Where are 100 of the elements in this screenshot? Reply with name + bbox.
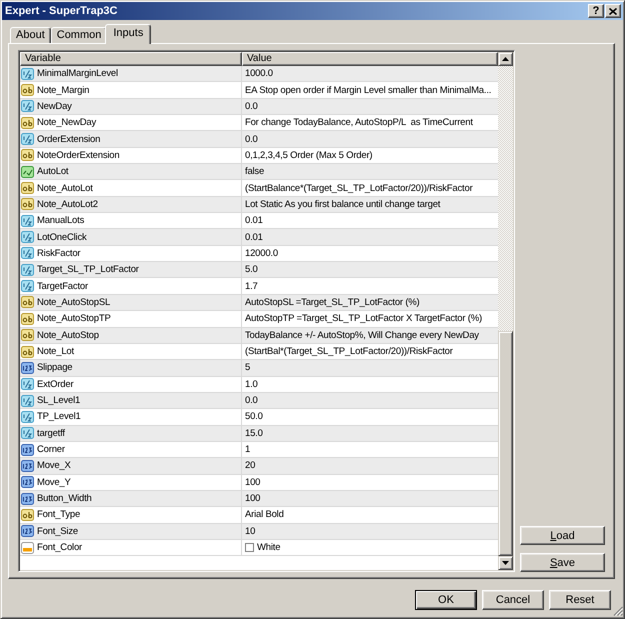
parameter-value[interactable]: 15.0: [245, 428, 263, 439]
text-type-icon: [21, 312, 34, 325]
parameter-value[interactable]: (StartBal*(Target_SL_TP_LotFactor/20))/RiskFactor: [245, 346, 453, 358]
parameter-value[interactable]: 0.0: [245, 395, 258, 406]
decimal-type-icon: [21, 394, 34, 407]
parameter-name: Corner: [37, 444, 65, 456]
parameter-name: Slippage: [37, 362, 72, 374]
table-row[interactable]: Button_Width 100: [20, 490, 498, 508]
parameter-value[interactable]: TodayBalance +/- AutoStop%, Will Change every NewDay: [245, 330, 479, 341]
text-type-icon: [21, 198, 34, 210]
window-title: Expert - SuperTrap3C: [5, 5, 118, 17]
parameter-value[interactable]: 50.0: [245, 411, 263, 422]
integer-type-icon: [21, 525, 34, 538]
table-row[interactable]: OrderExtension 0.0: [20, 131, 498, 148]
parameter-name: NewDay: [37, 100, 72, 112]
table-row[interactable]: Note_AutoLot2 Lot Static As you first balance until change target: [20, 196, 498, 214]
column-header[interactable]: Variable: [20, 52, 242, 66]
parameter-value[interactable]: 0.01: [245, 232, 263, 243]
parameter-name: LotOneClick: [37, 232, 87, 243]
column-header[interactable]: Value: [242, 52, 498, 66]
table-row[interactable]: AutoLot false: [20, 164, 498, 180]
dialog-button[interactable]: Cancel: [482, 590, 544, 610]
parameter-value[interactable]: 20: [245, 460, 256, 472]
table-row[interactable]: LotOneClick 0.01: [20, 229, 498, 246]
scroll-up-button[interactable]: [498, 52, 513, 66]
decimal-type-icon: [21, 264, 34, 276]
help-button[interactable]: ?: [588, 4, 604, 18]
text-type-icon: [21, 182, 34, 194]
parameter-value[interactable]: 100: [245, 493, 260, 504]
table-row[interactable]: targetff 15.0: [20, 426, 498, 442]
integer-type-icon: [21, 492, 34, 505]
parameter-value[interactable]: AutoStopSL =Target_SL_TP_LotFactor (%): [245, 296, 420, 308]
decimal-type-icon: [21, 378, 34, 390]
file-button[interactable]: Load: [520, 526, 605, 545]
table-row[interactable]: Font_Size 10: [20, 524, 498, 540]
tab[interactable]: About: [10, 27, 51, 43]
table-row[interactable]: SL_Level1 0.0: [20, 392, 498, 410]
parameter-value[interactable]: 5: [245, 362, 250, 374]
parameter-value[interactable]: 100: [245, 476, 260, 488]
table-row[interactable]: MinimalMarginLevel 1000.0: [20, 66, 498, 82]
decimal-type-icon: [21, 231, 34, 244]
tab[interactable]: Inputs: [105, 24, 152, 44]
parameter-name: Target_SL_TP_LotFactor: [37, 264, 139, 276]
parameter-value[interactable]: 1.7: [245, 280, 258, 292]
parameter-value[interactable]: 12000.0: [245, 248, 278, 259]
parameter-value[interactable]: 5.0: [245, 264, 258, 276]
close-button[interactable]: [605, 4, 621, 18]
parameter-value[interactable]: 0.0: [245, 100, 258, 112]
parameter-value[interactable]: Arial Bold: [245, 509, 284, 520]
parameter-value[interactable]: 0.01: [245, 215, 263, 226]
table-row[interactable]: Target_SL_TP_LotFactor 5.0: [20, 262, 498, 278]
dialog-button[interactable]: OK: [415, 590, 477, 610]
parameter-value[interactable]: 0.0: [245, 134, 258, 145]
parameter-value[interactable]: For change TodayBalance, AutoStopP/L as TimeCurrent: [245, 117, 473, 128]
parameter-name: TargetFactor: [37, 280, 88, 292]
parameter-value[interactable]: 1000.0: [245, 68, 273, 80]
parameter-value[interactable]: 0,1,2,3,4,5 Order (Max 5 Order): [245, 150, 372, 161]
table-row[interactable]: NewDay 0.0: [20, 98, 498, 116]
scroll-down-button[interactable]: [498, 556, 513, 570]
parameter-name: Move_X: [37, 460, 71, 472]
decimal-type-icon: [21, 100, 34, 112]
parameter-value[interactable]: 1.0: [245, 378, 258, 390]
decimal-type-icon: [21, 427, 34, 440]
parameter-value[interactable]: EA Stop open order if Margin Level smaller than MinimalMa...: [245, 84, 492, 96]
table-row[interactable]: Note_AutoStop TodayBalance +/- AutoStop%, Will Change every NewDay: [20, 328, 498, 344]
boolean-type-icon: [21, 166, 34, 178]
parameter-value[interactable]: 10: [245, 526, 256, 537]
integer-type-icon: [21, 476, 34, 488]
parameter-value[interactable]: (StartBalance*(Target_SL_TP_LotFactor/20))/RiskFactor: [245, 182, 473, 194]
file-button[interactable]: Save: [520, 553, 605, 572]
parameter-value[interactable]: AutoStopTP =Target_SL_TP_LotFactor X TargetFactor (%): [245, 313, 482, 324]
parameter-name: Font_Size: [37, 526, 78, 537]
table-row[interactable]: Note_AutoStopSL AutoStopSL =Target_SL_TP_LotFactor (%): [20, 294, 498, 312]
parameter-name: MinimalMarginLevel: [37, 68, 118, 80]
tab[interactable]: Common: [50, 27, 108, 43]
parameter-name: SL_Level1: [37, 395, 80, 406]
scrollbar-thumb[interactable]: [498, 330, 513, 556]
parameter-name: Note_AutoLot2: [37, 198, 98, 210]
integer-type-icon: [21, 362, 34, 374]
size-grip-icon: [613, 606, 623, 616]
decimal-type-icon: [21, 410, 34, 423]
text-type-icon: [21, 296, 34, 308]
decimal-type-icon: [21, 68, 34, 80]
parameter-value[interactable]: false: [245, 166, 264, 178]
parameter-name: AutoLot: [37, 166, 68, 178]
parameter-name: Note_AutoStopTP: [37, 313, 111, 324]
parameter-value[interactable]: Lot Static As you first balance until change target: [245, 198, 440, 210]
table-row[interactable]: Move_X 20: [20, 458, 498, 475]
integer-type-icon: [21, 460, 34, 472]
close-icon: [609, 8, 617, 14]
table-row[interactable]: Slippage 5: [20, 360, 498, 377]
decimal-type-icon: [21, 280, 34, 292]
text-type-icon: [21, 116, 34, 129]
dialog-button[interactable]: Reset: [549, 590, 611, 610]
parameter-name: Font_Type: [37, 509, 80, 520]
decimal-type-icon: [21, 247, 34, 260]
up-arrow-icon: [502, 57, 509, 61]
table-row[interactable]: Font_Color White: [20, 540, 498, 556]
parameter-value[interactable]: White: [257, 542, 280, 554]
parameter-value[interactable]: 1: [245, 444, 250, 456]
